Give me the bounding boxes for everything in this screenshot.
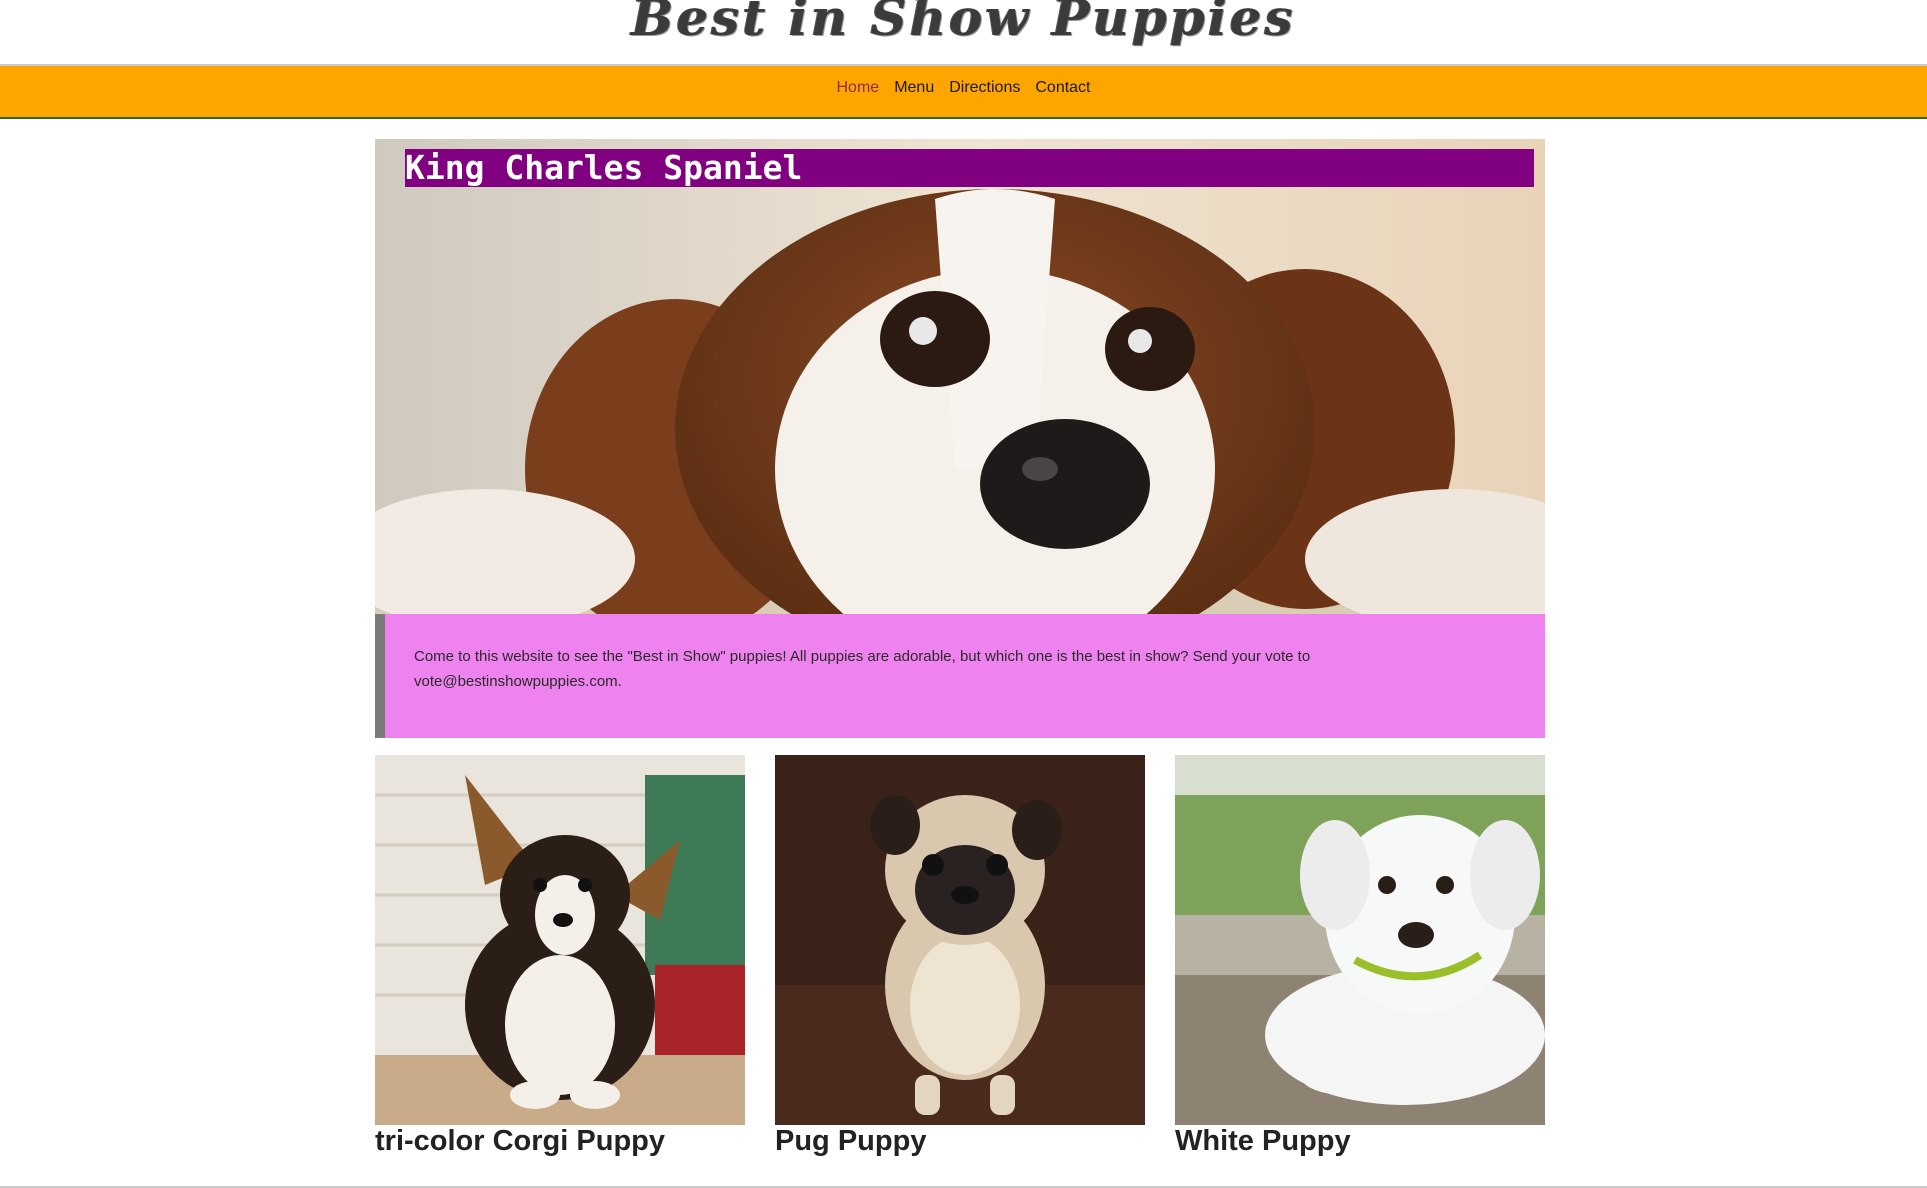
- card-white-puppy: White Puppy: [1175, 755, 1545, 1165]
- site-title: Best in Show Puppies: [631, 0, 1296, 47]
- card-corgi: tri-color Corgi Puppy: [375, 755, 745, 1165]
- card-title-corgi: tri-color Corgi Puppy: [375, 1125, 665, 1157]
- card-title-pug: Pug Puppy: [775, 1125, 927, 1157]
- site-header: Best in Show Puppies: [0, 0, 1927, 64]
- nav-contact-link[interactable]: Contact: [1035, 79, 1090, 96]
- intro-panel: Come to this website to see the "Best in…: [375, 614, 1545, 738]
- pug-photo: [775, 755, 1145, 1125]
- card-pug: Pug Puppy: [775, 755, 1145, 1165]
- white-puppy-photo: [1175, 755, 1545, 1125]
- spaniel-photo: [375, 139, 1545, 614]
- main-nav: Home Menu Directions Contact: [0, 64, 1927, 119]
- puppy-cards: tri-color Corgi Puppy Pug Puppy White Pu…: [375, 755, 1545, 1165]
- hero-heading: King Charles Spaniel: [405, 149, 1534, 187]
- nav-directions-link[interactable]: Directions: [949, 79, 1020, 96]
- nav-list: Home Menu Directions Contact: [837, 77, 1091, 97]
- nav-home-link[interactable]: Home: [837, 79, 880, 96]
- corgi-photo: [375, 755, 745, 1125]
- intro-text: Come to this website to see the "Best in…: [414, 648, 1311, 690]
- card-title-white-puppy: White Puppy: [1175, 1125, 1351, 1157]
- hero-banner: King Charles Spaniel: [375, 139, 1545, 614]
- nav-menu-link[interactable]: Menu: [894, 79, 934, 96]
